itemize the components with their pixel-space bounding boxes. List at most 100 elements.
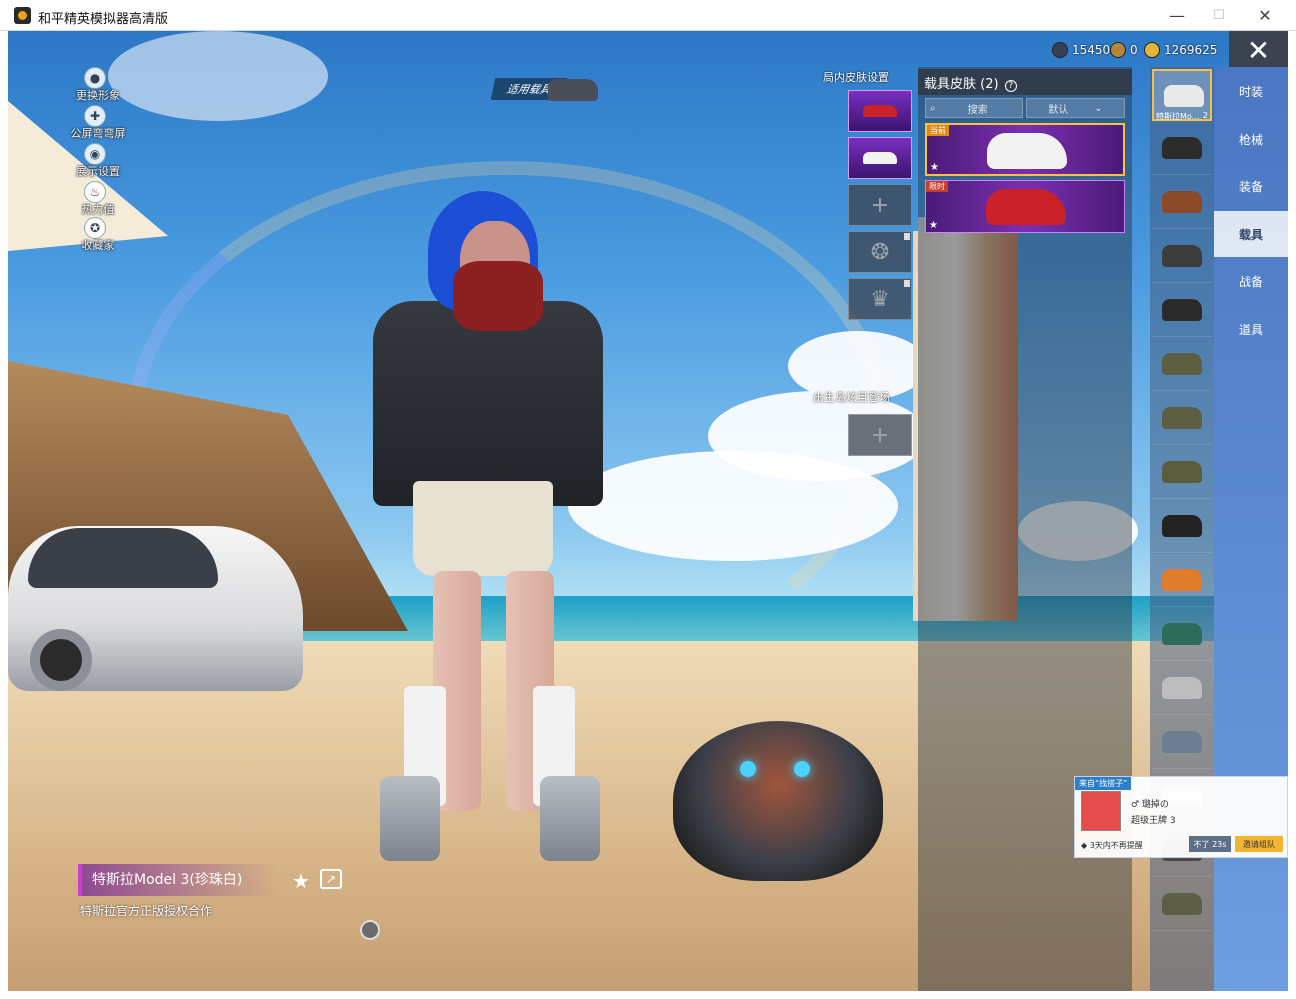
star-icon: ★ — [929, 220, 938, 231]
menu-label: 热力值 — [81, 203, 115, 216]
window-border-right — [1288, 31, 1296, 999]
minimize-button[interactable]: — — [1154, 0, 1200, 31]
character-scarf — [453, 261, 543, 331]
currency-value: 15450 — [1072, 43, 1111, 57]
close-panel-button[interactable]: ✕ — [1229, 31, 1288, 69]
tab-items[interactable]: 道具 — [1214, 306, 1288, 352]
skin-name: 特斯拉Model 3(珍珠白) — [78, 864, 278, 896]
menu-public-screen[interactable]: ✚ 公屏弯弯屏 — [68, 105, 188, 141]
skin-slot-locked[interactable]: ❂ — [848, 231, 912, 273]
invite-source: 来自“找搭子” — [1075, 777, 1132, 790]
jeep-icon — [1162, 461, 1202, 483]
decline-button[interactable]: 不了 23s — [1189, 836, 1231, 852]
currency-gold: 1269625 — [1144, 41, 1217, 59]
tab-equipment[interactable]: 装备 — [1214, 163, 1288, 209]
skin-slot-red-car[interactable] — [848, 90, 912, 132]
vehicle-thumb[interactable] — [1152, 501, 1212, 553]
inviter-name: ♂ 璐掉の — [1131, 800, 1169, 810]
vehicle-thumb[interactable] — [1152, 177, 1212, 229]
currency-value: 0 — [1130, 43, 1138, 57]
vehicle-thumb[interactable] — [1152, 663, 1212, 715]
vehicle-thumb[interactable] — [1152, 393, 1212, 445]
vehicle-thumb[interactable] — [1152, 717, 1212, 769]
vehicle-thumb[interactable] — [1152, 339, 1212, 391]
vehicle-thumb[interactable] — [1152, 123, 1212, 175]
car-icon — [1162, 677, 1202, 699]
star-icon: ★ — [930, 162, 939, 173]
spawn-entrance-add-slot[interactable]: + — [848, 414, 912, 456]
car-icon — [863, 152, 897, 164]
skin-card-red[interactable]: 限时 ★ — [925, 180, 1125, 233]
invite-team-button[interactable]: 邀请组队 — [1235, 836, 1283, 852]
menu-label: 公屏弯弯屏 — [70, 127, 126, 140]
menu-collector[interactable]: ✪ 收藏家 — [68, 217, 188, 253]
share-icon[interactable]: ↗ — [320, 869, 342, 889]
currency-value: 1269625 — [1164, 43, 1218, 57]
star-icon[interactable]: ★ — [292, 869, 310, 893]
buggy-icon — [1162, 245, 1202, 267]
vehicle-thumb[interactable] — [1152, 285, 1212, 337]
robot-eye — [740, 761, 756, 777]
search-icon: ⌕ — [930, 102, 936, 114]
car-icon — [986, 189, 1066, 225]
skin-tag: 当前 — [927, 125, 949, 136]
car-icon — [1164, 85, 1204, 107]
in-game-skin-settings-label: 局内皮肤设置 — [823, 71, 889, 84]
tab-battle-prep[interactable]: 战备 — [1214, 258, 1288, 304]
window-close-button[interactable]: ✕ — [1242, 0, 1288, 31]
menu-label: 展示设置 — [76, 165, 120, 178]
jeep-icon — [1162, 407, 1202, 429]
skin-slot-add[interactable]: + — [848, 184, 912, 226]
badge-icon: ❂ — [870, 239, 890, 265]
vehicle-thumb[interactable] — [1152, 879, 1212, 931]
skin-slot-locked[interactable]: ♛ — [848, 278, 912, 320]
vehicle-thumb[interactable] — [1152, 231, 1212, 283]
vehicle-thumb[interactable] — [1152, 555, 1212, 607]
do-not-remind-checkbox[interactable]: ◆ 3天内不再提醒 — [1081, 840, 1143, 851]
vehicle-thumb-tesla[interactable]: 特斯拉Mo... 2 — [1152, 69, 1212, 121]
skin-slot-white-car[interactable] — [848, 137, 912, 179]
menu-heat-value[interactable]: ♨ 热力值 — [68, 181, 188, 217]
menu-label: 收藏家 — [81, 239, 115, 252]
medal-icon: ✪ — [84, 217, 106, 239]
game-viewport[interactable]: ● 更换形象 ✚ 公屏弯弯屏 ◉ 展示设置 ♨ 热力值 ✪ 收藏家 适用载具 1… — [8, 31, 1288, 991]
app-logo-icon — [14, 7, 31, 24]
car-wheel — [30, 629, 92, 691]
car-icon — [1162, 731, 1202, 753]
character-shorts — [413, 481, 553, 576]
eye-icon: ◉ — [84, 143, 106, 165]
vehicle-name: 特斯拉Mo... — [1156, 112, 1200, 121]
character-boot — [380, 776, 440, 861]
character-jacket — [373, 301, 603, 506]
sort-dropdown[interactable]: 默认 ⌄ — [1026, 98, 1125, 118]
help-icon[interactable]: ? — [1004, 80, 1017, 92]
person-icon: ● — [84, 67, 106, 89]
monster-truck-icon — [1162, 515, 1202, 537]
car-windshield — [28, 528, 218, 588]
tab-vehicles[interactable]: 载具 — [1214, 211, 1288, 257]
vehicle-thumb[interactable] — [1152, 609, 1212, 661]
search-input[interactable]: ⌕ 搜索 — [925, 98, 1023, 118]
vehicle-thumb[interactable] — [1152, 447, 1212, 499]
skin-card-white[interactable]: 当前 ★ — [925, 123, 1125, 176]
menu-label: 更换形象 — [76, 89, 120, 102]
robot-pet — [673, 721, 883, 881]
coupon-icon — [1052, 42, 1068, 58]
window-border-bottom — [0, 991, 1296, 999]
fire-icon: ♨ — [84, 181, 106, 203]
motorcycle-icon — [1162, 299, 1202, 321]
car-icon — [1162, 623, 1202, 645]
tab-fashion[interactable]: 时装 — [1214, 68, 1288, 114]
vehicle-count: 2 — [1202, 111, 1208, 120]
sort-label: 默认 — [1048, 104, 1069, 116]
maximize-button[interactable]: ☐ — [1196, 0, 1242, 31]
motorcycle-icon — [1162, 137, 1202, 159]
tab-weapons[interactable]: 枪械 — [1214, 116, 1288, 162]
menu-change-appearance[interactable]: ● 更换形象 — [68, 67, 188, 103]
gold-coin-icon — [1144, 42, 1160, 58]
menu-display-settings[interactable]: ◉ 展示设置 — [68, 143, 188, 179]
car-icon — [863, 105, 897, 117]
horn-icon[interactable] — [360, 920, 380, 940]
pickup-icon — [1162, 893, 1202, 915]
currency-token: 0 — [1110, 41, 1138, 59]
